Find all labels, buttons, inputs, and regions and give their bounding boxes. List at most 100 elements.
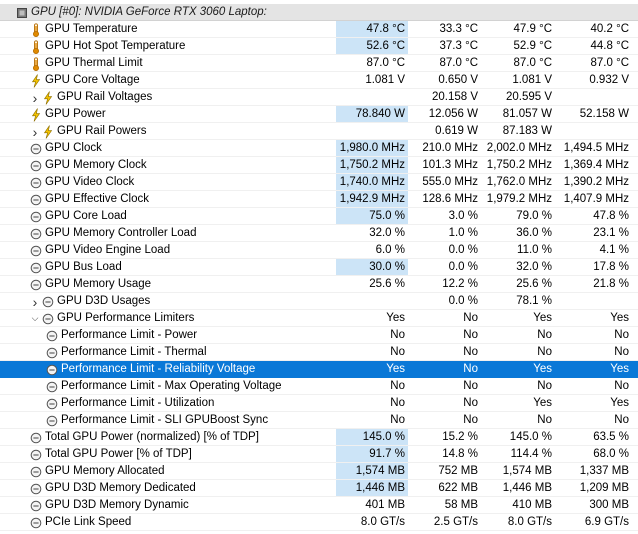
clock-icon: [30, 516, 42, 530]
maximum-value: No: [537, 346, 552, 358]
lightning-icon: [30, 107, 42, 122]
lightning-icon: [30, 73, 42, 88]
minimum-value: 33.3 °C: [439, 23, 478, 35]
sensor-row[interactable]: › GPU D3D Usages 0.0 % 78.1 %: [0, 293, 638, 310]
sensor-row[interactable]: Performance Limit - Thermal No No No No: [0, 344, 638, 361]
average-value: 1,390.2 MHz: [563, 176, 629, 188]
minimum-value: 3.0 %: [448, 210, 478, 222]
clock-icon: [46, 329, 58, 343]
sensor-row[interactable]: GPU Video Clock 1,740.0 MHz 555.0 MHz 1,762…: [0, 174, 638, 191]
minimum-value: 0.0 %: [448, 261, 478, 273]
sensor-name: GPU Power: [30, 106, 106, 123]
maximum-value: 20.595 V: [505, 91, 552, 103]
sensor-name: GPU D3D Memory Dedicated: [30, 480, 196, 497]
sensor-row[interactable]: Total GPU Power [% of TDP] 91.7 % 14.8 % 11…: [0, 446, 638, 463]
maximum-value: No: [537, 329, 552, 341]
sensor-row[interactable]: GPU Hot Spot Temperature 52.6 °C 37.3 °C 52…: [0, 38, 638, 55]
sensor-row[interactable]: GPU Core Voltage 1.081 V 0.650 V 1.081 V 0.9…: [0, 72, 638, 89]
sensor-row[interactable]: GPU Temperature 47.8 °C 33.3 °C 47.9 °C 40.2…: [0, 21, 638, 38]
sensor-label: GPU Thermal Limit: [45, 57, 143, 69]
lightning-icon: [42, 90, 54, 105]
sensor-row[interactable]: Performance Limit - Max Operating Voltag…: [0, 378, 638, 395]
minimum-value: 12.056 W: [428, 108, 478, 120]
minimum-value: 0.650 V: [438, 74, 478, 86]
average-value: 1,407.9 MHz: [563, 193, 629, 205]
clock-icon: [30, 465, 42, 479]
current-value: 1,980.0 MHz: [336, 140, 408, 156]
minimum-value: 12.2 %: [442, 278, 478, 290]
minimum-value: 128.6 MHz: [422, 193, 478, 205]
sensor-row[interactable]: GPU Power 78.840 W 12.056 W 81.057 W 52.158 …: [0, 106, 638, 123]
sensor-row[interactable]: ⌵ GPU Performance Limiters Yes No Yes Yes: [0, 310, 638, 327]
sensor-name: GPU Core Voltage: [30, 72, 140, 89]
sensor-row[interactable]: GPU Video Engine Load 6.0 % 0.0 % 11.0 % 4.1…: [0, 242, 638, 259]
device-header-row[interactable]: GPU [#0]: NVIDIA GeForce RTX 3060 Laptop…: [0, 4, 638, 21]
minimum-value: No: [463, 414, 478, 426]
minimum-value: 58 MB: [444, 499, 478, 511]
average-value: 47.8 %: [593, 210, 629, 222]
sensor-label: GPU Temperature: [45, 23, 138, 35]
sensor-name: GPU Hot Spot Temperature: [30, 38, 185, 55]
sensor-row[interactable]: GPU Effective Clock 1,942.9 MHz 128.6 MHz 1…: [0, 191, 638, 208]
clock-icon: [46, 397, 58, 411]
sensor-row[interactable]: PCIe Link Speed 8.0 GT/s 2.5 GT/s 8.0 GT/s 6…: [0, 514, 638, 531]
chevron-right-icon[interactable]: ›: [30, 90, 40, 106]
maximum-value: 1.081 V: [512, 74, 552, 86]
maximum-value: 1,762.0 MHz: [486, 176, 552, 188]
clock-icon: [30, 159, 42, 173]
sensor-row[interactable]: GPU Thermal Limit 87.0 °C 87.0 °C 87.0 °C 87…: [0, 55, 638, 72]
sensor-name: GPU Memory Clock: [30, 157, 147, 174]
current-value: 75.0 %: [336, 208, 408, 224]
clock-icon: [46, 346, 58, 360]
sensor-label: GPU Memory Allocated: [45, 465, 165, 477]
sensor-name: › GPU Rail Voltages: [30, 89, 153, 106]
sensor-row[interactable]: › GPU Rail Powers 0.619 W 87.183 W: [0, 123, 638, 140]
sensor-row[interactable]: Performance Limit - Reliability Voltage Y…: [0, 361, 638, 378]
sensor-name: GPU Memory Usage: [30, 276, 151, 293]
current-value: 1.081 V: [365, 74, 405, 86]
current-value: 1,574 MB: [336, 463, 408, 479]
sensor-row[interactable]: › GPU Rail Voltages 20.158 V 20.595 V: [0, 89, 638, 106]
maximum-value: Yes: [533, 397, 552, 409]
maximum-value: 145.0 %: [509, 431, 552, 443]
sensor-row[interactable]: Total GPU Power (normalized) [% of TDP] 1…: [0, 429, 638, 446]
sensor-row[interactable]: GPU D3D Memory Dynamic 401 MB 58 MB 410 MB 3…: [0, 497, 638, 514]
sensor-row[interactable]: GPU Core Load 75.0 % 3.0 % 79.0 % 47.8 %: [0, 208, 638, 225]
average-value: No: [614, 380, 629, 392]
current-value: 401 MB: [365, 499, 405, 511]
minimum-value: 622 MB: [438, 482, 478, 494]
sensor-table[interactable]: GPU [#0]: NVIDIA GeForce RTX 3060 Laptop…: [0, 0, 638, 534]
sensor-row[interactable]: Performance Limit - SLI GPUBoost Sync No N…: [0, 412, 638, 429]
chevron-right-icon[interactable]: ›: [30, 294, 40, 310]
chevron-right-icon[interactable]: ›: [30, 124, 40, 140]
chevron-down-icon[interactable]: ⌵: [30, 312, 40, 326]
sensor-row[interactable]: GPU Memory Usage 25.6 % 12.2 % 25.6 % 21.8 %: [0, 276, 638, 293]
minimum-value: No: [463, 380, 478, 392]
thermometer-icon: [30, 39, 42, 54]
sensor-label: Performance Limit - Reliability Voltage: [61, 363, 256, 375]
sensor-row[interactable]: GPU Bus Load 30.0 % 0.0 % 32.0 % 17.8 %: [0, 259, 638, 276]
sensor-label: Performance Limit - SLI GPUBoost Sync: [61, 414, 269, 426]
sensor-row[interactable]: GPU Memory Clock 1,750.2 MHz 101.3 MHz 1,75…: [0, 157, 638, 174]
average-value: 63.5 %: [593, 431, 629, 443]
average-value: 17.8 %: [593, 261, 629, 273]
current-value: No: [390, 397, 405, 409]
average-value: 1,209 MB: [579, 482, 629, 494]
current-value: 1,750.2 MHz: [336, 157, 408, 173]
maximum-value: 1,574 MB: [502, 465, 552, 477]
clock-icon: [30, 482, 42, 496]
sensor-row[interactable]: Performance Limit - Utilization No No Yes Ye…: [0, 395, 638, 412]
average-value: 21.8 %: [593, 278, 629, 290]
sensor-row[interactable]: GPU Memory Controller Load 32.0 % 1.0 % 36.…: [0, 225, 638, 242]
clock-icon: [46, 414, 58, 428]
current-value: 6.0 %: [375, 244, 405, 256]
sensor-row[interactable]: GPU Clock 1,980.0 MHz 210.0 MHz 2,002.0 MHz…: [0, 140, 638, 157]
sensor-name: GPU Video Engine Load: [30, 242, 170, 259]
sensor-label: GPU Video Clock: [45, 176, 135, 188]
sensor-row[interactable]: GPU Memory Allocated 1,574 MB 752 MB 1,574 …: [0, 463, 638, 480]
sensor-label: GPU Memory Usage: [45, 278, 152, 290]
sensor-name: Performance Limit - Thermal: [46, 344, 207, 361]
clock-icon: [30, 193, 42, 207]
sensor-row[interactable]: GPU D3D Memory Dedicated 1,446 MB 622 MB 1,…: [0, 480, 638, 497]
sensor-row[interactable]: Performance Limit - Power No No No No: [0, 327, 638, 344]
